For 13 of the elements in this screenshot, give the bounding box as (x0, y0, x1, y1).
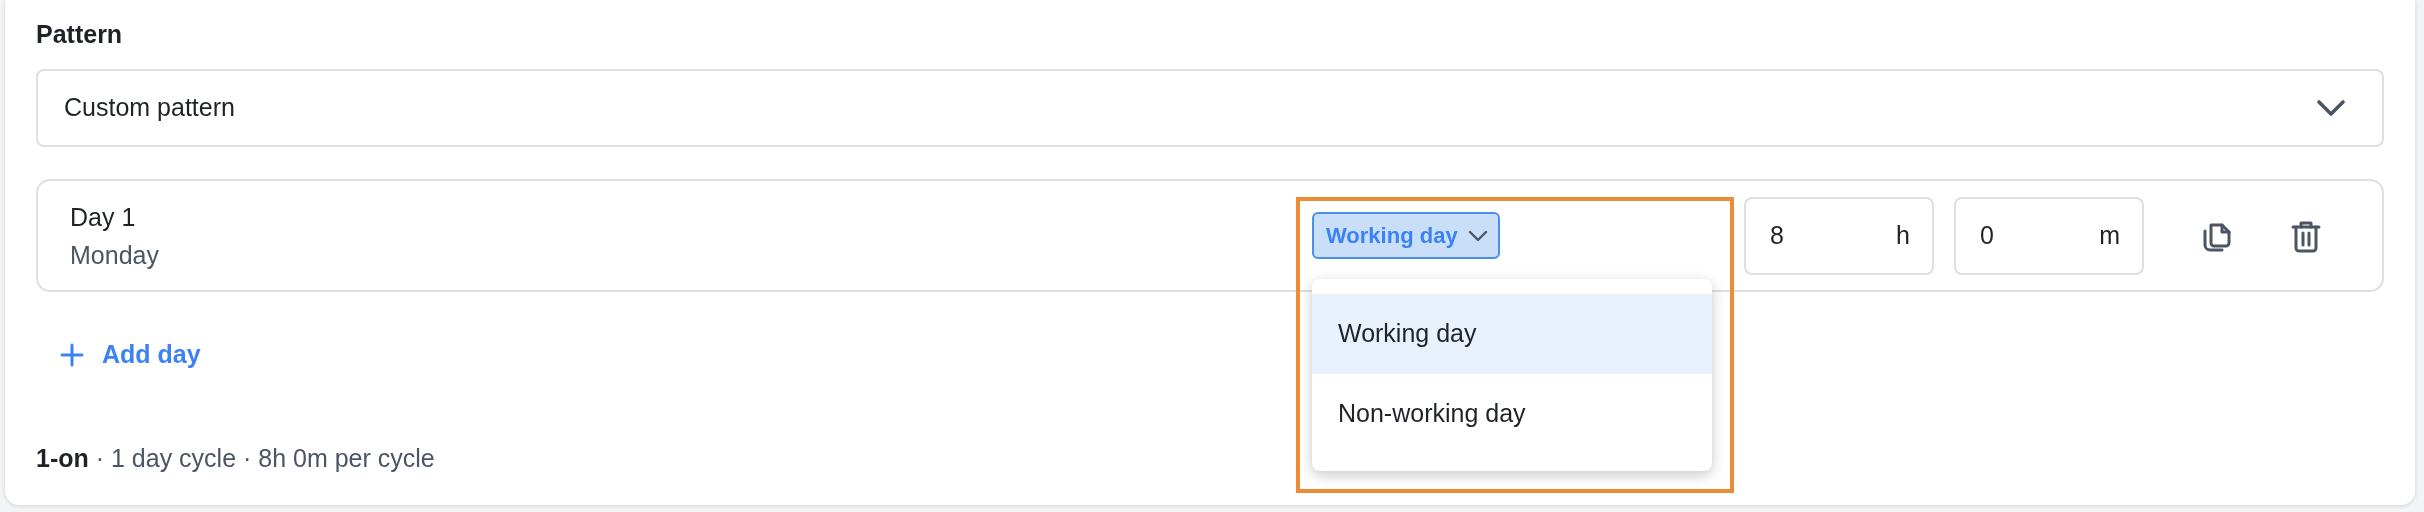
menu-item[interactable]: Non-working day (1312, 374, 1712, 454)
add-day-button[interactable]: Add day (60, 336, 201, 374)
chevron-down-icon (1467, 229, 1488, 242)
hours-field[interactable]: 8 h (1744, 196, 1934, 275)
plus-icon (60, 342, 84, 367)
cycle-summary: 1-on · 1 day cycle · 8h 0m per cycle (36, 442, 435, 474)
weekday-label: Monday (70, 239, 160, 271)
menu-item[interactable]: Working day (1312, 294, 1712, 374)
minutes-field[interactable]: 0 m (1954, 196, 2144, 275)
chevron-down-icon (2316, 99, 2346, 117)
day-title: Day 1 (70, 201, 137, 233)
pattern-dropdown[interactable]: Custom pattern (36, 69, 2384, 147)
field-label: Pattern (36, 19, 124, 50)
